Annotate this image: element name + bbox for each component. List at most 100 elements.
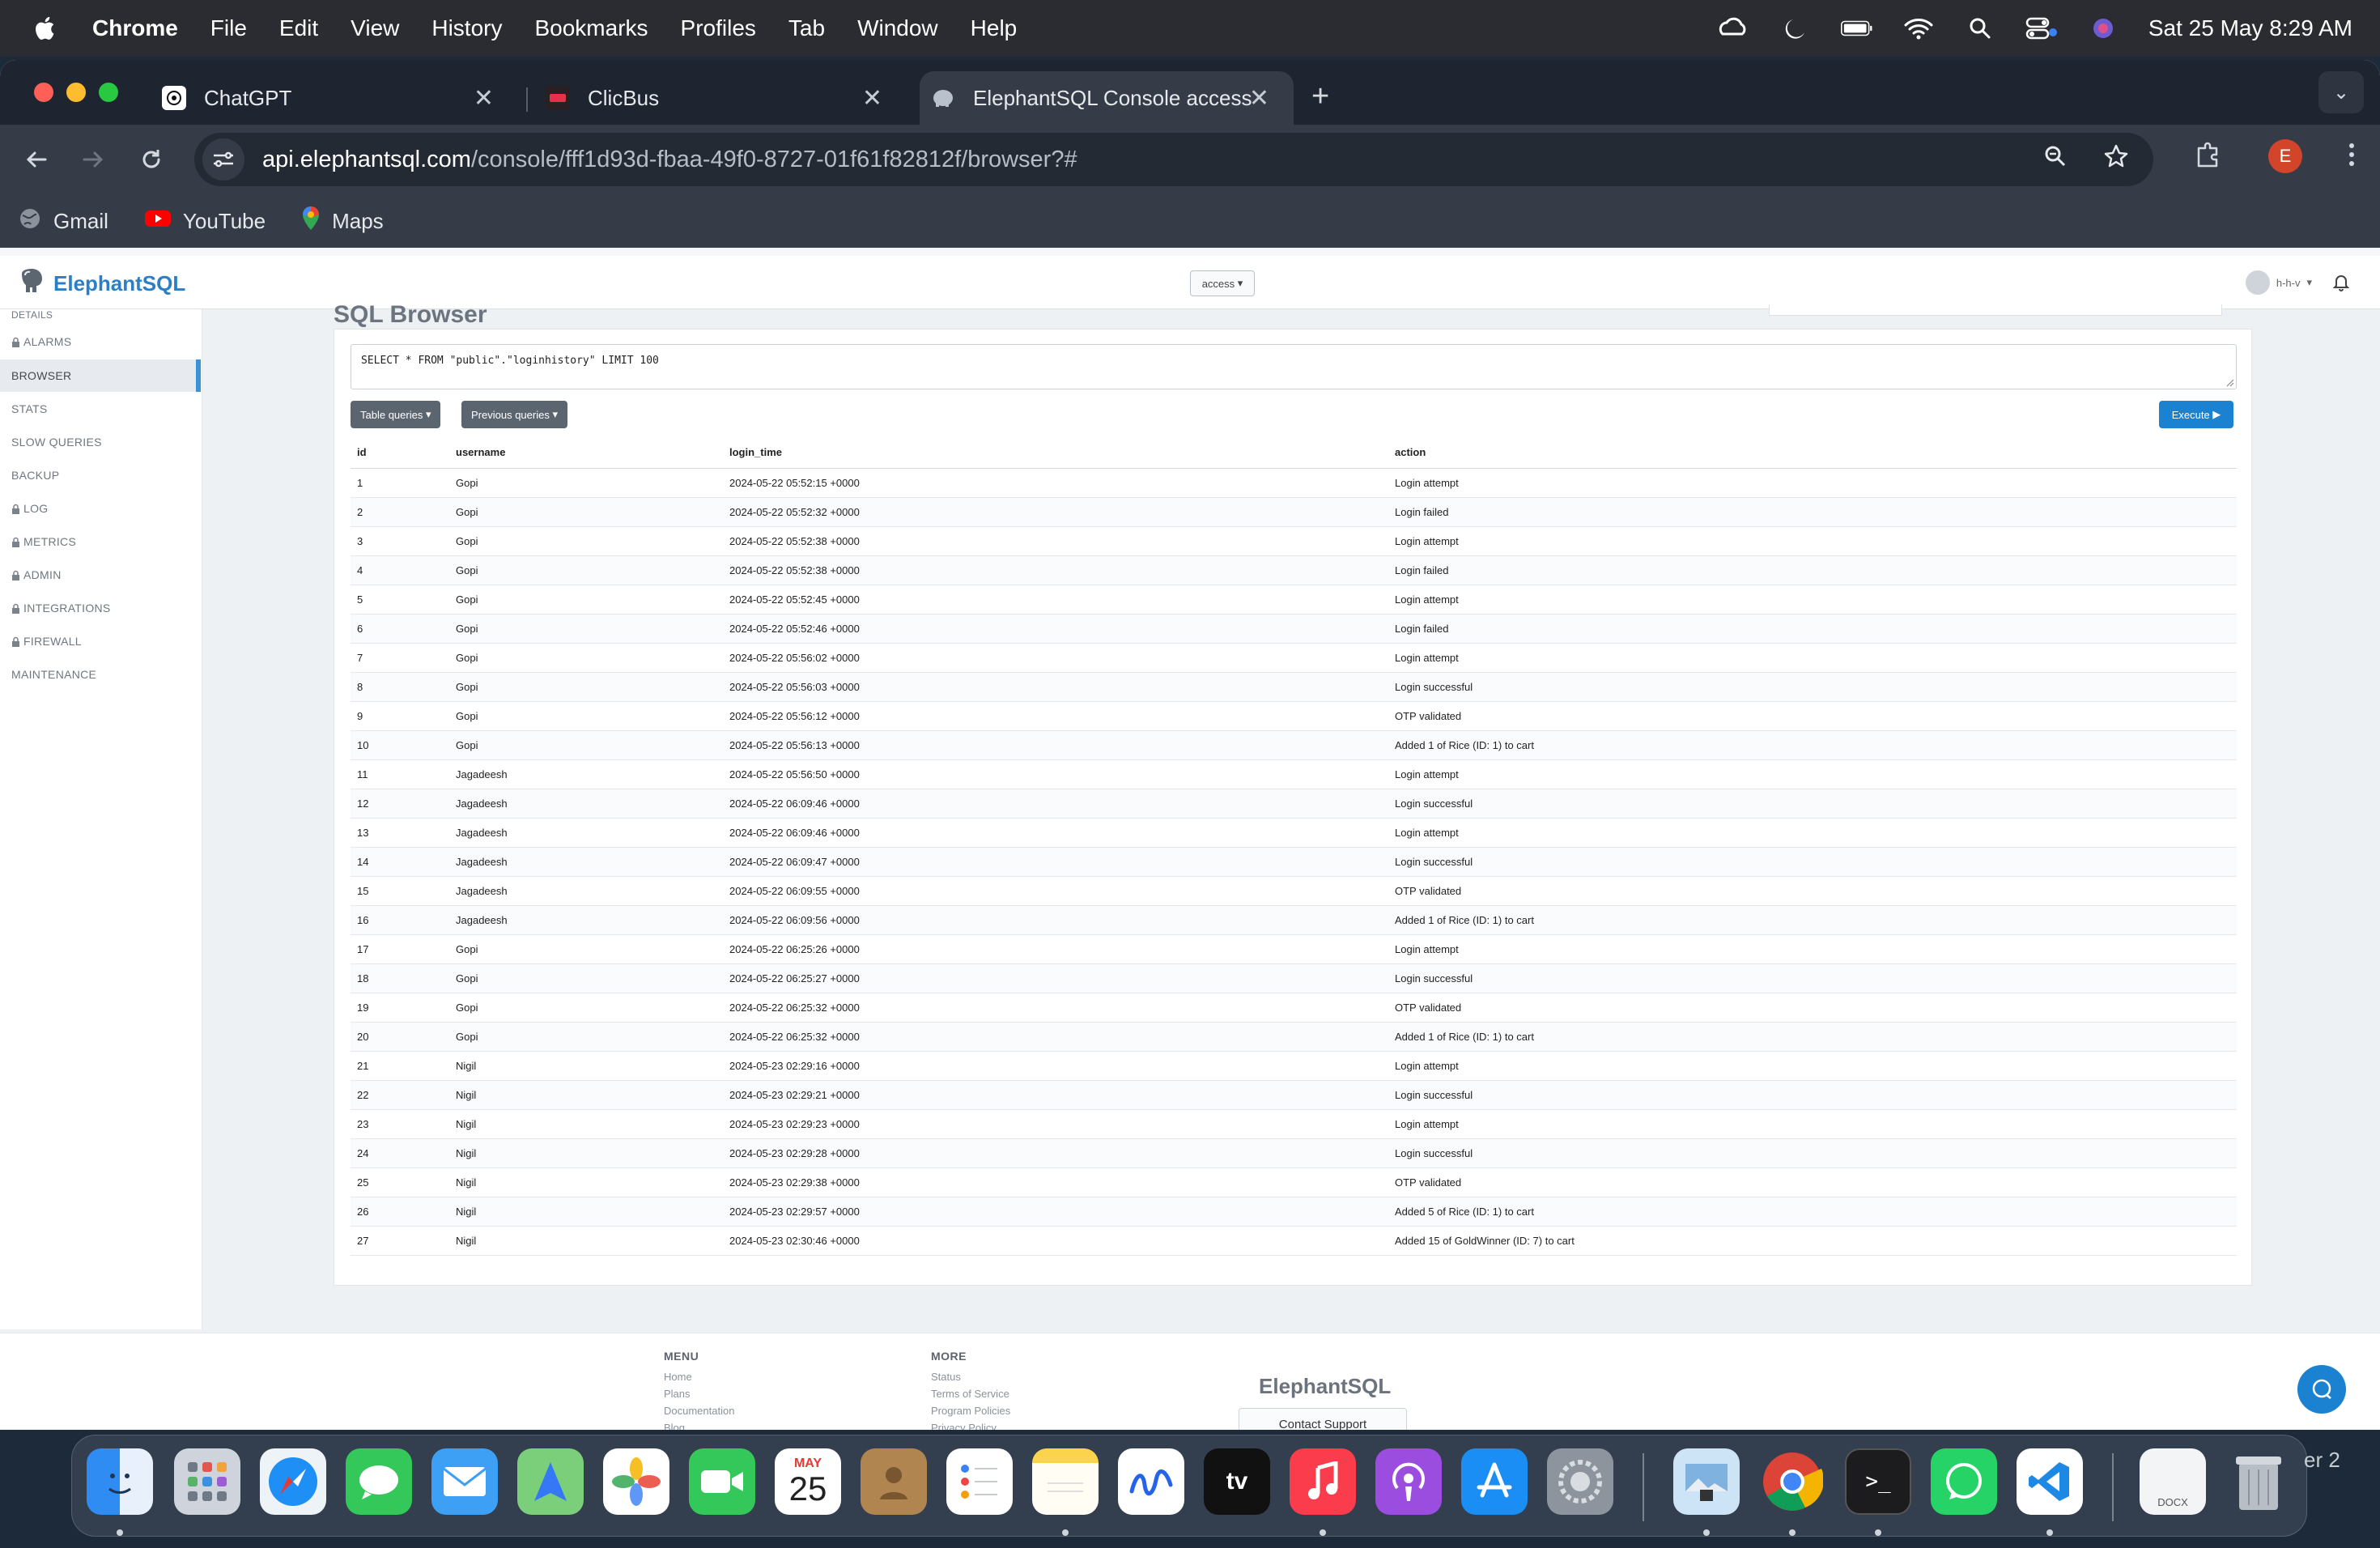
bookmark-star-icon[interactable] (2103, 143, 2129, 176)
footer-link[interactable]: Terms of Service (931, 1388, 1010, 1405)
menu-view[interactable]: View (351, 15, 399, 41)
wifi-icon[interactable] (1902, 15, 1935, 42)
close-tab-icon[interactable]: ✕ (474, 84, 494, 113)
creative-cloud-icon[interactable] (1718, 15, 1750, 42)
new-tab-icon[interactable]: + (1311, 81, 1329, 112)
apple-tv-icon[interactable]: tv (1204, 1448, 1270, 1515)
table-row[interactable]: 8 Gopi 2024-05-22 05:56:03 +0000 Login succ… (351, 673, 2237, 702)
launchpad-icon[interactable] (174, 1448, 240, 1515)
footer-link[interactable]: Documentation (664, 1405, 734, 1422)
footer-link[interactable]: Status (931, 1371, 1010, 1388)
menu-profiles[interactable]: Profiles (681, 15, 756, 41)
terminal-icon[interactable]: >_ (1845, 1448, 1911, 1515)
table-row[interactable]: 10 Gopi 2024-05-22 05:56:13 +0000 Added 1 o… (351, 731, 2237, 760)
sidebar-item-integrations[interactable]: INTEGRATIONS (0, 592, 201, 624)
control-center-icon[interactable] (2025, 15, 2058, 42)
table-queries-button[interactable]: Table queries ▾ (351, 401, 441, 428)
tab-search-chevron-icon[interactable]: ⌄ (2318, 71, 2364, 113)
tab-clicbus[interactable]: ClicBus ✕ (534, 71, 907, 125)
sidebar-item-browser[interactable]: BROWSER (0, 359, 201, 392)
trash-icon[interactable] (2225, 1448, 2292, 1515)
docx-document-icon[interactable]: DOCX (2140, 1448, 2206, 1515)
contacts-icon[interactable] (861, 1448, 927, 1515)
menu-tab[interactable]: Tab (788, 15, 825, 41)
menu-app-name[interactable]: Chrome (92, 15, 178, 41)
vscode-icon[interactable] (2017, 1448, 2083, 1515)
facetime-icon[interactable] (689, 1448, 755, 1515)
access-dropdown[interactable]: access ▾ (1190, 270, 1255, 296)
podcasts-icon[interactable] (1375, 1448, 1442, 1515)
table-row[interactable]: 3 Gopi 2024-05-22 05:52:38 +0000 Login atte… (351, 527, 2237, 556)
bookmark-maps[interactable]: Maps (301, 206, 384, 237)
sidebar-item-alarms[interactable]: ALARMS (0, 325, 201, 358)
table-row[interactable]: 7 Gopi 2024-05-22 05:56:02 +0000 Login atte… (351, 644, 2237, 673)
table-search-input[interactable] (1769, 304, 2222, 316)
footer-link[interactable]: Program Policies (931, 1405, 1010, 1422)
finder-icon[interactable] (87, 1448, 153, 1515)
resize-handle-icon[interactable] (2225, 377, 2234, 387)
battery-icon[interactable] (1840, 15, 1873, 42)
sql-query-textarea[interactable]: SELECT * FROM "public"."loginhistory" LI… (351, 344, 2237, 389)
system-settings-icon[interactable] (1547, 1448, 1613, 1515)
reload-icon[interactable] (134, 142, 168, 176)
table-row[interactable]: 27 Nigil 2024-05-23 02:30:46 +0000 Added 15… (351, 1227, 2237, 1256)
footer-link[interactable]: Privacy Policy (931, 1422, 1010, 1430)
table-row[interactable]: 9 Gopi 2024-05-22 05:56:12 +0000 OTP valida… (351, 702, 2237, 731)
menu-bookmarks[interactable]: Bookmarks (534, 15, 648, 41)
table-row[interactable]: 12 Jagadeesh 2024-05-22 06:09:46 +0000 Logi… (351, 789, 2237, 819)
more-vertical-icon[interactable] (2348, 142, 2356, 172)
table-row[interactable]: 11 Jagadeesh 2024-05-22 05:56:50 +0000 Logi… (351, 760, 2237, 789)
tab-chatgpt[interactable]: ChatGPT ✕ (146, 71, 518, 125)
preview-icon[interactable] (1673, 1448, 1740, 1515)
footer-link[interactable]: Plans (664, 1388, 734, 1405)
column-header[interactable]: action (1395, 436, 1426, 468)
photos-icon[interactable] (603, 1448, 669, 1515)
messages-icon[interactable] (346, 1448, 412, 1515)
table-row[interactable]: 16 Jagadeesh 2024-05-22 06:09:56 +0000 Adde… (351, 906, 2237, 935)
sidebar-item-log[interactable]: LOG (0, 492, 201, 525)
sidebar-item-admin[interactable]: ADMIN (0, 559, 201, 591)
profile-avatar[interactable]: E (2268, 139, 2302, 173)
apple-menu-icon[interactable] (32, 15, 60, 42)
whatsapp-icon[interactable] (1931, 1448, 1997, 1515)
zoom-window-button[interactable] (99, 83, 118, 102)
column-header[interactable]: login_time (729, 436, 782, 468)
chat-support-icon[interactable] (2297, 1365, 2346, 1414)
close-tab-icon[interactable]: ✕ (862, 84, 882, 113)
menubar-clock[interactable]: Sat 25 May 8:29 AM (2148, 15, 2352, 41)
chrome-icon[interactable] (1759, 1448, 1825, 1515)
freeform-icon[interactable] (1118, 1448, 1184, 1515)
column-header[interactable]: id (357, 436, 367, 468)
sidebar-item-slow-queries[interactable]: SLOW QUERIES (0, 426, 201, 458)
table-row[interactable]: 2 Gopi 2024-05-22 05:52:32 +0000 Login fail… (351, 498, 2237, 527)
table-row[interactable]: 6 Gopi 2024-05-22 05:52:46 +0000 Login fail… (351, 615, 2237, 644)
desktop-item-label[interactable]: er 2 (2304, 1448, 2340, 1473)
music-icon[interactable] (1290, 1448, 1356, 1515)
table-row[interactable]: 13 Jagadeesh 2024-05-22 06:09:46 +0000 Logi… (351, 819, 2237, 848)
maps-icon[interactable] (517, 1448, 584, 1515)
table-row[interactable]: 1 Gopi 2024-05-22 05:52:15 +0000 Login atte… (351, 469, 2237, 498)
table-row[interactable]: 23 Nigil 2024-05-23 02:29:23 +0000 Login at… (351, 1110, 2237, 1139)
safari-icon[interactable] (260, 1448, 326, 1515)
menu-file[interactable]: File (210, 15, 247, 41)
table-row[interactable]: 15 Jagadeesh 2024-05-22 06:09:55 +0000 OTP … (351, 877, 2237, 906)
back-arrow-icon[interactable] (19, 142, 53, 176)
table-row[interactable]: 26 Nigil 2024-05-23 02:29:57 +0000 Added 5 … (351, 1197, 2237, 1227)
menu-window[interactable]: Window (857, 15, 938, 41)
table-row[interactable]: 21 Nigil 2024-05-23 02:29:16 +0000 Login at… (351, 1052, 2237, 1081)
table-row[interactable]: 4 Gopi 2024-05-22 05:52:38 +0000 Login fail… (351, 556, 2237, 585)
address-bar[interactable]: api.elephantsql.com/console/fff1d93d-fba… (194, 133, 2153, 186)
spotlight-search-icon[interactable] (1964, 15, 1996, 42)
bookmark-gmail[interactable]: Gmail (18, 206, 108, 236)
close-window-button[interactable] (34, 83, 53, 102)
sidebar-item-backup[interactable]: BACKUP (0, 459, 201, 491)
notes-icon[interactable] (1032, 1448, 1099, 1515)
execute-button[interactable]: Execute ▶ (2159, 401, 2233, 428)
menu-help[interactable]: Help (971, 15, 1018, 41)
sidebar-item-details-partial[interactable]: DETAILS (0, 309, 201, 321)
bell-icon[interactable] (2332, 274, 2351, 291)
column-header[interactable]: username (456, 436, 505, 468)
table-row[interactable]: 5 Gopi 2024-05-22 05:52:45 +0000 Login atte… (351, 585, 2237, 615)
footer-link[interactable]: Home (664, 1371, 734, 1388)
previous-queries-button[interactable]: Previous queries ▾ (461, 401, 567, 428)
